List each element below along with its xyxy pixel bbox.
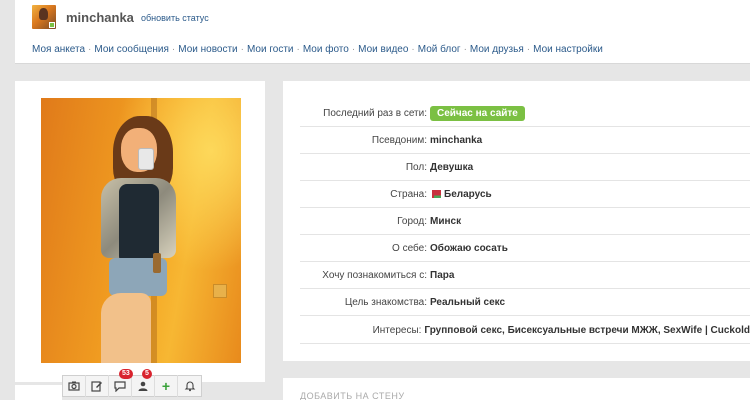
row-label: Пол:	[405, 161, 427, 173]
row-label: Город:	[397, 215, 427, 227]
row-goal: Цель знакомства: Реальный секс	[300, 289, 750, 316]
profile-photo[interactable]	[41, 98, 241, 363]
row-label: О себе:	[392, 242, 427, 254]
nav-my-photos[interactable]: Мои фото	[303, 44, 349, 55]
nav-my-news[interactable]: Мои новости	[178, 44, 237, 55]
photo-card	[15, 81, 265, 382]
nav-my-friends[interactable]: Мои друзья	[470, 44, 524, 55]
row-value: minchanka	[430, 134, 483, 146]
nav-my-guests[interactable]: Мои гости	[247, 44, 294, 55]
row-label: Страна:	[390, 188, 427, 200]
messages-tool[interactable]: 53	[109, 369, 133, 397]
row-label: Последний раз в сети:	[323, 107, 427, 119]
row-value: Минск	[430, 215, 462, 227]
row-nickname: Псевдоним: minchanka	[300, 127, 750, 154]
row-label: Цель знакомства:	[344, 296, 427, 308]
update-status-link[interactable]: обновить статус	[141, 13, 209, 23]
main-nav: Моя анкета · Мои сообщения · Мои новости · Мои…	[32, 44, 603, 55]
row-label: Хочу познакомиться с:	[322, 269, 427, 281]
row-looking-for: Хочу познакомиться с: Пара	[300, 262, 750, 289]
row-value: Беларусь	[444, 188, 492, 200]
row-country: Страна: Беларусь	[300, 181, 750, 208]
friends-tool[interactable]: 5	[132, 369, 155, 397]
friends-count-badge: 5	[142, 369, 152, 379]
edit-tool[interactable]	[86, 375, 109, 397]
row-about: О себе: Обожаю сосать	[300, 235, 750, 262]
messages-count-badge: 53	[119, 369, 133, 379]
left-bottom-panel	[15, 385, 62, 400]
nav-my-settings[interactable]: Мои настройки	[533, 44, 603, 55]
avatar[interactable]	[32, 5, 56, 29]
bottom-toolbar: 53 5 +	[62, 369, 202, 397]
row-value: Девушка	[430, 161, 474, 173]
row-value: Пара	[430, 269, 455, 281]
row-label: Псевдоним:	[371, 134, 427, 146]
belarus-flag-icon	[430, 190, 441, 198]
wall-card: Добавить на стену	[283, 378, 750, 400]
users-icon	[138, 381, 148, 391]
row-label: Интересы:	[372, 324, 422, 336]
add-to-wall-label[interactable]: Добавить на стену	[300, 391, 405, 400]
profile-info-card: Последний раз в сети: Сейчас на сайте Пс…	[283, 81, 750, 361]
nav-my-messages[interactable]: Мои сообщения	[94, 44, 169, 55]
row-last-online: Последний раз в сети: Сейчас на сайте	[300, 100, 750, 127]
nav-my-videos[interactable]: Мои видео	[358, 44, 408, 55]
plus-icon: +	[161, 378, 171, 394]
camera-tool[interactable]	[63, 375, 86, 397]
row-value: Реальный секс	[430, 296, 506, 308]
row-gender: Пол: Девушка	[300, 154, 750, 181]
username[interactable]: minchanka	[66, 10, 134, 25]
row-value: Обожаю сосать	[430, 242, 508, 254]
nav-my-blog[interactable]: Мой блог	[418, 44, 461, 55]
online-status-badge: Сейчас на сайте	[430, 105, 525, 121]
nav-my-profile[interactable]: Моя анкета	[32, 44, 85, 55]
chat-icon	[114, 381, 126, 392]
row-interests: Интересы: Групповой секс, Бисексуальные …	[300, 317, 750, 344]
online-indicator-icon	[49, 22, 55, 28]
notifications-tool[interactable]	[178, 375, 201, 397]
add-tool[interactable]: +	[155, 375, 178, 397]
camera-icon	[68, 381, 80, 391]
bell-icon	[184, 381, 195, 392]
edit-icon	[91, 381, 102, 392]
row-value: Групповой секс, Бисексуальные встречи МЖ…	[424, 324, 750, 336]
row-city: Город: Минск	[300, 208, 750, 235]
header: minchanka обновить статус Моя анкета · Мои…	[15, 0, 750, 64]
